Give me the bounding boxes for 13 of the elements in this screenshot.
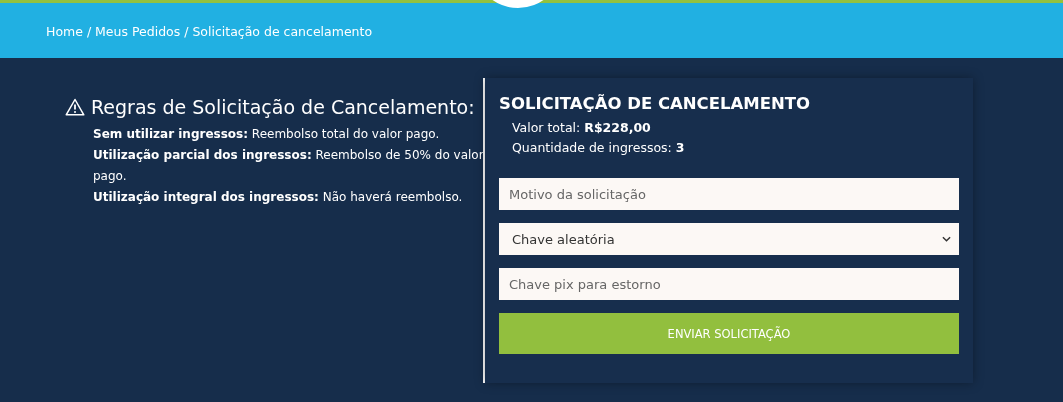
- rule-text: Utilização parcial dos ingressos: Reembolso de 50% do valor pago.: [93, 147, 485, 185]
- chevron-down-icon: [942, 236, 951, 242]
- rule-text: Utilização integral dos ingressos: Não haverá reembolso.: [93, 189, 464, 206]
- warning-icon: [65, 98, 85, 116]
- breadcrumb: Home / Meus Pedidos / Solicitação de cancelamento: [46, 22, 373, 39]
- rules-title: Regras de Solicitação de Cancelamento:: [91, 96, 475, 118]
- form-title: SOLICITAÇÃO DE CANCELAMENTO: [499, 94, 812, 113]
- rule-text: Sem utilizar ingressos: Reembolso total do valor pago.: [93, 126, 441, 143]
- summary-text: Valor total: R$228,00: [512, 119, 652, 137]
- summary-text: Quantidade de ingressos: 3: [512, 139, 686, 157]
- input-field[interactable]: Chave pix para estorno: [499, 268, 959, 300]
- select-field[interactable]: Chave aleatória: [499, 223, 959, 255]
- input-field[interactable]: Motivo da solicitação: [499, 178, 959, 210]
